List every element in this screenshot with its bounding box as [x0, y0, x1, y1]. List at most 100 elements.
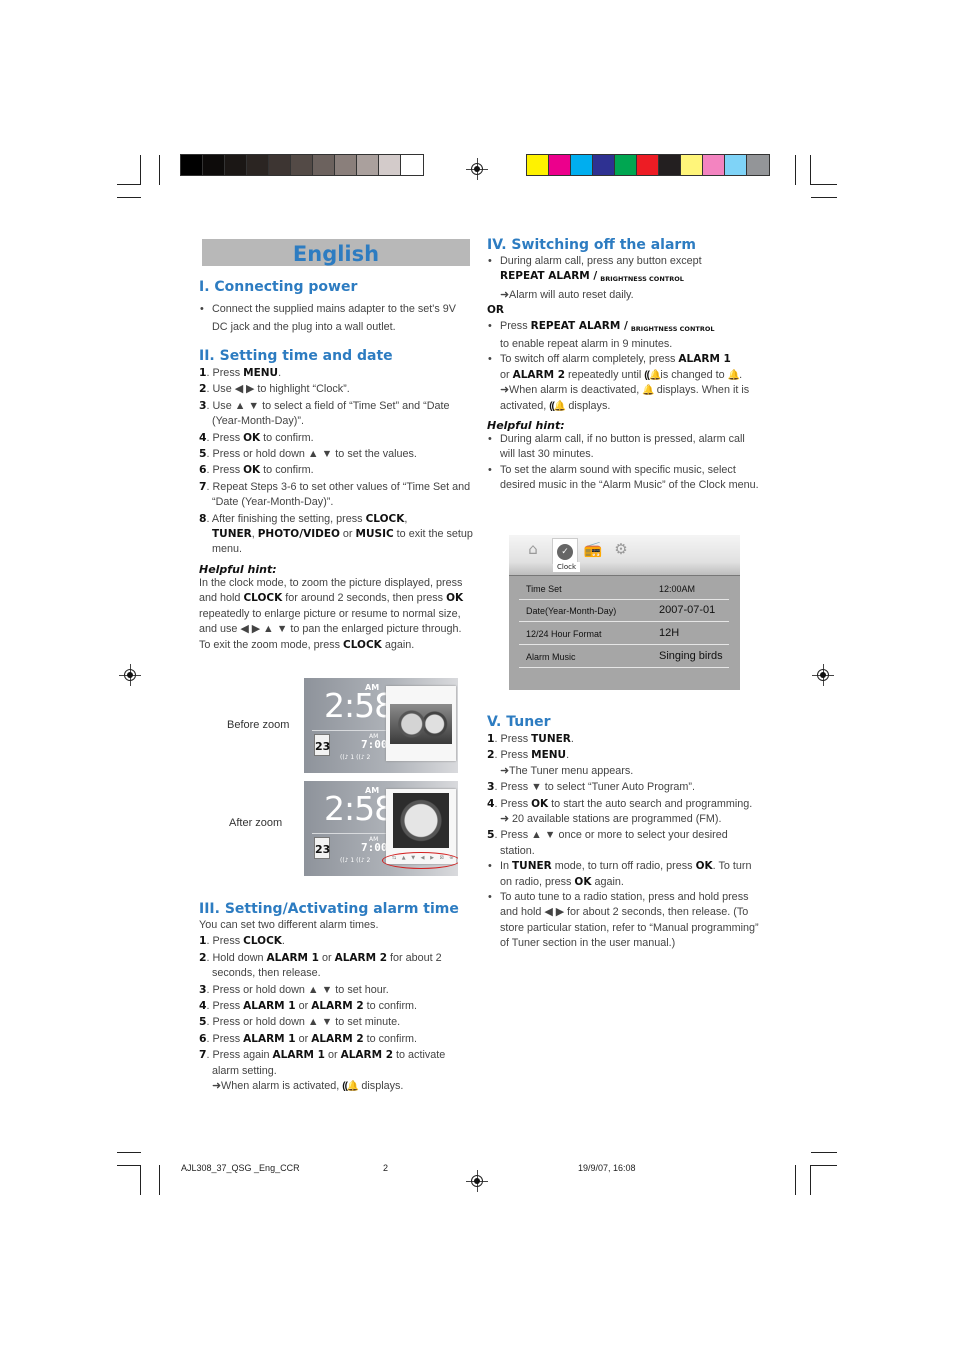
tuner-steps-end: 5. Press ▲ ▼ once or more to select your… — [487, 827, 762, 859]
after-zoom-screenshot: AM 2:58 23 AM 7:00 ((♪ 1 ((♪ 2 ⇆ ▲ ▼ ◀ ▶… — [304, 781, 458, 876]
helpful-hint-text: In the clock mode, to zoom the picture d… — [199, 576, 464, 651]
list-item: 5. Press or hold down ▲ ▼ to set minute. — [199, 1015, 401, 1029]
color-swatch — [659, 155, 681, 175]
list-item: Connect the supplied mains adapter to th… — [199, 301, 474, 336]
home-icon: ⌂ — [528, 540, 538, 558]
list-item: 1. Press TUNER. — [487, 732, 574, 745]
list-item: During alarm call, press any button exce… — [487, 254, 762, 303]
list-item: To switch off alarm completely, press AL… — [487, 352, 762, 414]
clock-menu-screenshot: ⌂ ✓ 📻 ⚙ Clock Time Set 12:00AM Date(Year-M… — [509, 535, 740, 690]
alarm-active-icon: ((🔔 — [342, 1081, 359, 1093]
registration-mark-right — [812, 664, 834, 686]
menu-row[interactable]: Time Set 12:00AM — [519, 578, 729, 600]
color-swatch — [549, 155, 571, 175]
list-item: 3. Press or hold down ▲ ▼ to set hour. — [199, 982, 389, 996]
setting-time-step-8: 8. After finishing the setting, press CL… — [199, 511, 474, 558]
or-label: OR — [487, 304, 505, 317]
footer-datetime: 19/9/07, 16:08 — [578, 1163, 636, 1173]
color-swatch — [593, 155, 615, 175]
section-heading-switching-off: IV. Switching off the alarm — [487, 237, 696, 253]
registration-mark-left — [119, 664, 141, 686]
list-item: 4. Press ALARM 1 or ALARM 2 to confirm. — [199, 999, 418, 1013]
list-item: 1. Press MENU. — [199, 366, 282, 379]
list-item: 7. Press again ALARM 1 or ALARM 2 to act… — [199, 1048, 446, 1077]
list-item: In TUNER mode, to turn off radio, press … — [487, 859, 762, 890]
grayscale-swatch — [247, 155, 269, 175]
alarm-hints-list: During alarm call, if no button is press… — [487, 432, 762, 494]
left-column: I. Connecting power Connect the supplied… — [199, 278, 474, 653]
menu-row-value: 2007-07-01 — [659, 604, 716, 616]
calendar-icon: 23 — [314, 837, 330, 859]
alarm-activated-result: ➜When alarm is activated, ((🔔 displays. — [199, 1079, 474, 1094]
list-item: To auto tune to a radio station, press a… — [487, 890, 762, 952]
grayscale-swatch — [357, 155, 379, 175]
grayscale-swatch — [181, 155, 203, 175]
alarm-indicator-icons: ((♪ 1 ((♪ 2 — [340, 754, 371, 761]
after-zoom-caption: After zoom — [229, 817, 283, 829]
setting-time-steps: 1. Press MENU. 2. Use ◀ ▶ to highlight “C… — [199, 365, 474, 511]
menu-row[interactable]: Alarm Music Singing birds — [519, 646, 729, 668]
list-item: 2. Hold down ALARM 1 or ALARM 2 for abou… — [199, 950, 442, 980]
grayscale-swatch — [225, 155, 247, 175]
menu-row[interactable]: Date(Year-Month-Day) 2007-07-01 — [519, 600, 729, 622]
tuner-steps: 1. Press TUNER. 2. Press MENU. — [487, 731, 762, 764]
alarm-time: 7:00 — [361, 738, 388, 751]
color-swatch — [527, 155, 549, 175]
photo-frame — [386, 686, 456, 761]
radio-icon: 📻 — [583, 540, 603, 558]
grayscale-swatch — [335, 155, 357, 175]
list-item: 8. After finishing the setting, press CL… — [199, 511, 473, 556]
tuner-steps-cont: 3. Press ▼ to select “Tuner Auto Program… — [487, 779, 762, 812]
grayscale-swatch — [401, 155, 423, 175]
menu-row[interactable]: 12/24 Hour Format 12H — [519, 623, 729, 645]
list-item: To set the alarm sound with specific mus… — [487, 463, 762, 494]
helpful-hint-title: Helpful hint: — [487, 419, 565, 433]
color-swatch — [637, 155, 659, 175]
clock-time: 2:58 — [324, 686, 395, 725]
list-item: 5. Press ▲ ▼ once or more to select your… — [487, 828, 728, 857]
menu-row-label: Date(Year-Month-Day) — [526, 606, 617, 616]
footer-page-number: 2 — [383, 1163, 389, 1173]
switching-off-list-2: Press REPEAT ALARM / BRIGHTNESS CONTROLt… — [487, 319, 762, 414]
menu-row-label: 12/24 Hour Format — [526, 629, 602, 639]
grayscale-swatch — [379, 155, 401, 175]
menu-row-label: Time Set — [526, 584, 562, 594]
grayscale-swatch — [291, 155, 313, 175]
alarm-off-icon: 🔔 — [727, 369, 740, 381]
grayscale-calibration-bar — [180, 154, 424, 176]
family-photo — [390, 704, 452, 744]
color-swatch — [615, 155, 637, 175]
grayscale-swatch — [269, 155, 291, 175]
grayscale-swatch — [313, 155, 335, 175]
alarm-active-icon: ((🔔 — [644, 369, 661, 381]
list-item: 3. Press ▼ to select “Tuner Auto Program… — [487, 780, 696, 794]
color-swatch — [747, 155, 769, 175]
list-item: 1. Press CLOCK. — [199, 934, 285, 948]
page-title: English — [292, 242, 380, 266]
alarm-off-icon: 🔔 — [642, 385, 654, 397]
grayscale-swatch — [203, 155, 225, 175]
color-swatch — [571, 155, 593, 175]
language-title-band: English — [202, 239, 470, 266]
clock-time: 2:58 — [324, 789, 395, 828]
list-item: During alarm call, if no button is press… — [487, 432, 762, 463]
alarm-active-icon: ((🔔 — [549, 400, 566, 412]
before-zoom-caption: Before zoom — [227, 719, 290, 731]
menu-row-value: 12H — [659, 627, 680, 639]
active-tab-label: Clock — [553, 562, 581, 572]
registration-mark-bottom — [466, 1170, 488, 1192]
menu-row-label: Alarm Music — [526, 652, 576, 662]
baby-photo-zoomed — [393, 793, 449, 848]
color-calibration-bar — [526, 154, 770, 176]
helpful-hint-title: Helpful hint: — [199, 562, 277, 576]
section-heading-setting-time: II. Setting time and date — [199, 348, 393, 364]
auto-program-result: ➜ 20 available stations are programmed (… — [500, 813, 722, 826]
tuner-section: V. Tuner 1. Press TUNER. 2. Press MENU. … — [487, 713, 762, 952]
alarm-setting-section: III. Setting/Activating alarm time You c… — [199, 900, 474, 1094]
right-column: IV. Switching off the alarm During alarm… — [487, 236, 762, 494]
switching-off-list-1: During alarm call, press any button exce… — [487, 254, 762, 303]
alarm-time: 7:00 — [361, 841, 388, 854]
alarm-indicator-icons: ((♪ 1 ((♪ 2 — [340, 857, 371, 864]
highlight-ellipse — [382, 852, 458, 869]
menu-row-value: Singing birds — [659, 650, 723, 662]
